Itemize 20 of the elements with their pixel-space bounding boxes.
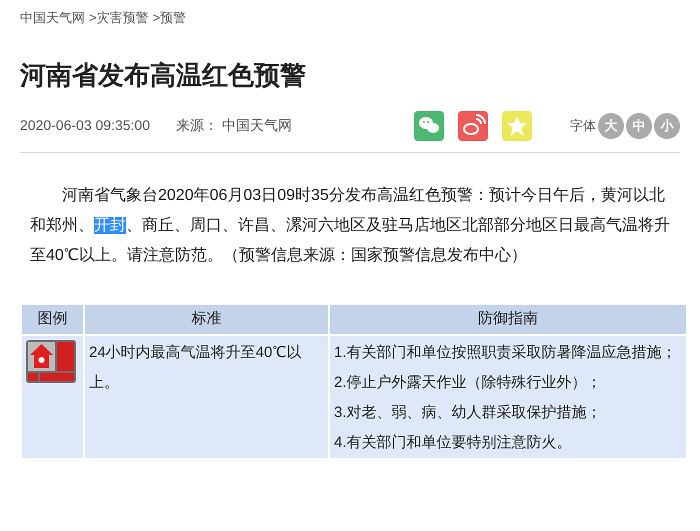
breadcrumb-link[interactable]: 中国天气网 xyxy=(20,8,85,28)
article-title: 河南省发布高温红色预警 xyxy=(20,58,307,92)
source-name: 中国天气网 xyxy=(222,116,292,135)
column-header: 防御指南 xyxy=(330,304,686,334)
breadcrumb-link[interactable]: >灾害预警 xyxy=(89,8,149,28)
table-cell: 24小时内最高气温将升至40℃以上。 xyxy=(85,336,328,458)
guide-item: 3.对老、弱、病、幼人群采取保护措施； xyxy=(334,402,603,422)
guide-item: 2.停止户外露天作业（除特殊行业外）； xyxy=(334,372,603,392)
font-size-label: 字体 xyxy=(570,116,596,135)
heat-warning-badge-icon xyxy=(26,340,76,382)
weibo-icon[interactable] xyxy=(458,110,488,140)
guide-item: 4.有关部门和单位要特别注意防火。 xyxy=(334,432,573,452)
publish-time: 2020-06-03 09:35:00 xyxy=(20,116,150,135)
column-header: 标准 xyxy=(85,304,328,334)
chat-bubbles-icon[interactable] xyxy=(414,110,444,140)
guide-item: 1.有关部门和单位按照职责采取防暑降温应急措施； xyxy=(334,342,678,362)
article-paragraph: 河南省气象台2020年06月03日09时35分发布高温红色预警：预计今日午后，黄河以北和郑州、开封、商丘、周口、许昌、漯河六地区及驻马店地区北部部分地区日最高气温将升至40℃以上。请注意防范。（预警信息来源：国家预警信息发布中心） xyxy=(29,186,671,266)
column-header: 图例 xyxy=(22,304,83,334)
source-label: 来源： xyxy=(176,116,218,135)
breadcrumb-link[interactable]: >预警 xyxy=(152,8,186,28)
